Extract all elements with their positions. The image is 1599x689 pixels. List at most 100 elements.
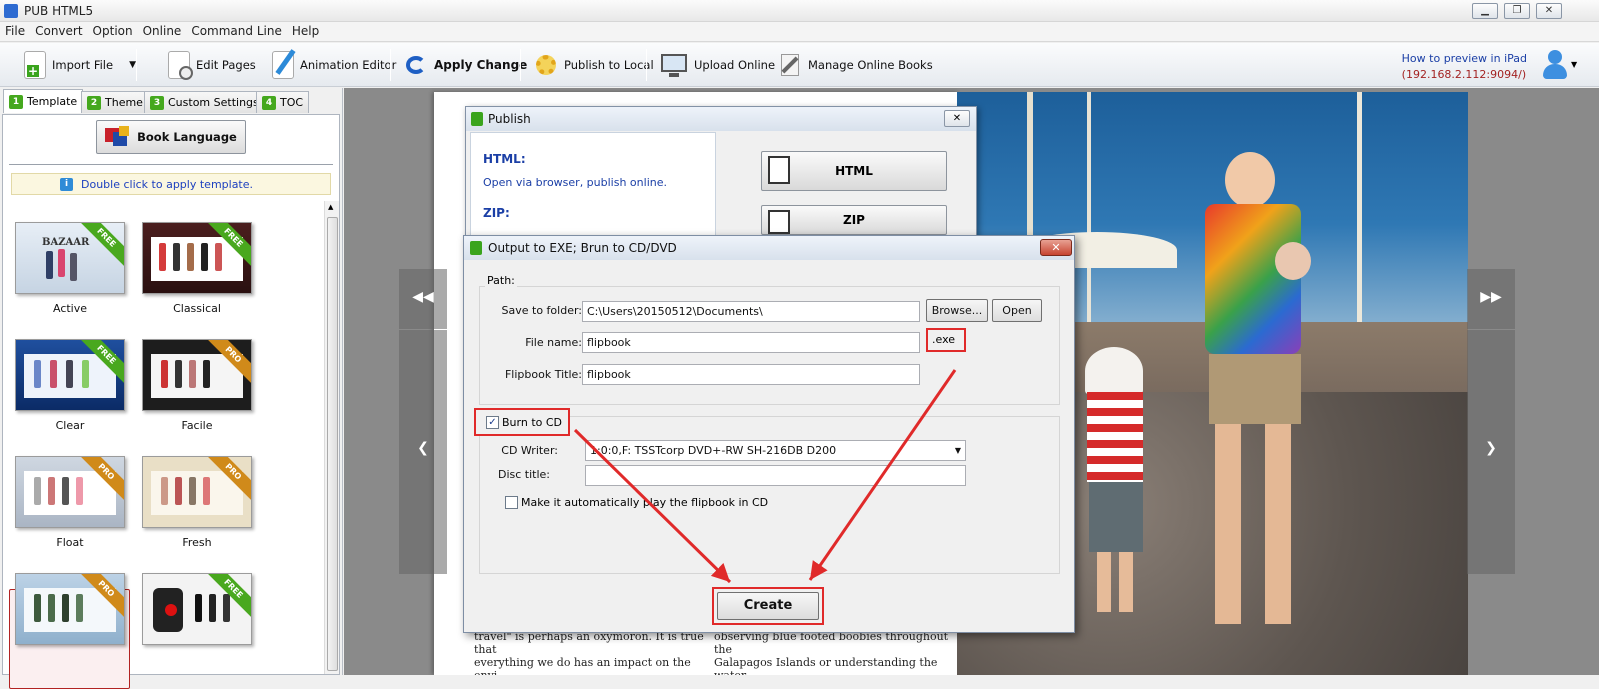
template-thumbnail: PRO	[15, 456, 125, 528]
template-selected[interactable]: PRO	[15, 573, 125, 645]
template-thumbnail: FREE	[15, 339, 125, 411]
edit-pages-button[interactable]: Edit Pages	[162, 47, 262, 83]
save-to-folder-input[interactable]	[582, 301, 920, 322]
auto-play-checkbox[interactable]	[505, 496, 518, 509]
flags-icon	[105, 126, 131, 148]
publish-title-bar: Publish ✕	[466, 107, 976, 131]
close-button[interactable]: ✕	[1536, 3, 1562, 19]
next-page-button[interactable]: ❯	[1467, 330, 1515, 574]
publish-close-button[interactable]: ✕	[944, 110, 970, 127]
open-button[interactable]: Open	[992, 299, 1042, 322]
exe-extension-highlight: .exe	[926, 328, 966, 352]
template-clear[interactable]: FREE Clear	[15, 339, 125, 432]
import-file-button[interactable]: + Import File ▼	[18, 47, 142, 83]
import-file-icon: +	[24, 51, 46, 79]
burn-to-cd-checkbox[interactable]: ✓	[486, 416, 499, 429]
publish-zip-button[interactable]: ZIP	[761, 205, 947, 235]
template-thumbnail: PRO	[15, 573, 125, 645]
scroll-up-icon[interactable]: ▲	[328, 203, 333, 211]
last-page-button[interactable]: ▶▶	[1467, 269, 1515, 329]
menu-convert[interactable]: Convert	[30, 22, 87, 40]
file-name-input[interactable]	[582, 332, 920, 353]
preview-ipad-link[interactable]: How to preview in iPad (192.168.2.112:90…	[1402, 51, 1527, 83]
publish-to-local-button[interactable]: Publish to Local	[528, 47, 660, 83]
last-page-icon: ▶▶	[1480, 289, 1502, 305]
animation-editor-button[interactable]: Animation Editor	[266, 47, 402, 83]
publish-info-panel: HTML: Open via browser, publish online. …	[470, 132, 716, 238]
tab-toc[interactable]: 4 TOC	[256, 91, 310, 113]
dialog-close-button[interactable]: ✕	[1040, 239, 1072, 256]
scrollbar-thumb[interactable]	[327, 217, 338, 671]
browse-button[interactable]: Browse...	[926, 299, 988, 322]
zip-file-icon	[768, 210, 790, 234]
restore-button[interactable]: ❐	[1504, 3, 1530, 19]
info-icon: i	[60, 177, 73, 191]
chevron-down-icon: ▼	[954, 446, 961, 455]
template-next[interactable]: FREE	[142, 573, 252, 645]
template-fresh[interactable]: PRO Fresh	[142, 456, 252, 549]
publish-window-icon	[471, 112, 483, 126]
book-text: observing blue footed boobies throughout…	[714, 630, 949, 675]
monitor-upload-icon	[660, 51, 688, 79]
manage-online-books-button[interactable]: Manage Online Books	[772, 47, 939, 83]
template-label: Facile	[181, 419, 213, 432]
template-label: Active	[52, 302, 88, 315]
create-button[interactable]: Create	[717, 592, 819, 620]
publish-html-button[interactable]: HTML	[761, 151, 947, 191]
app-icon	[4, 4, 18, 18]
exe-extension: .exe	[932, 333, 956, 346]
template-thumbnail: FREE	[142, 222, 252, 294]
divider	[9, 164, 333, 165]
toolbar-separator	[390, 49, 391, 81]
dropdown-arrow-icon: ▼	[1571, 60, 1578, 69]
previous-page-icon: ❮	[417, 440, 429, 456]
template-scrollbar[interactable]: ▲	[324, 201, 339, 674]
book-language-button[interactable]: Book Language	[96, 120, 246, 154]
template-float[interactable]: PRO Float	[15, 456, 125, 549]
flipbook-title-input[interactable]	[582, 364, 920, 385]
menu-help[interactable]: Help	[287, 22, 324, 40]
menu-file[interactable]: File	[0, 22, 30, 40]
template-tab-content: Book Language i Double click to apply te…	[2, 114, 340, 689]
tab-template[interactable]: 1 Template	[3, 89, 84, 113]
tab-custom-settings[interactable]: 3 Custom Settings	[144, 91, 265, 113]
template-active[interactable]: BAZAAR FREE Active	[15, 222, 125, 315]
template-classical[interactable]: FREE Classical	[142, 222, 252, 315]
dialog-icon	[470, 241, 482, 255]
menu-command-line[interactable]: Command Line	[186, 22, 287, 40]
disc-title-input[interactable]	[585, 465, 966, 486]
user-avatar-icon[interactable]: ▼	[1541, 49, 1577, 81]
auto-play-label: Make it automatically play the flipbook …	[521, 496, 769, 509]
path-group-label: Path:	[485, 274, 517, 287]
template-thumbnail: BAZAAR FREE	[15, 222, 125, 294]
template-label: Fresh	[182, 536, 212, 549]
first-page-icon: ◀◀	[412, 289, 434, 305]
template-thumbnail: FREE	[142, 573, 252, 645]
cd-writer-select[interactable]: 1:0:0,F: TSSTcorp DVD+-RW SH-216DB D200 …	[585, 440, 966, 461]
previous-page-button[interactable]: ❮	[399, 330, 447, 574]
first-page-button[interactable]: ◀◀	[399, 269, 447, 329]
burn-to-cd-highlight: ✓ Burn to CD	[474, 408, 570, 436]
upload-online-button[interactable]: Upload Online	[654, 47, 781, 83]
template-thumbnail: PRO	[142, 456, 252, 528]
apply-change-icon	[404, 51, 428, 79]
edit-pages-icon	[168, 51, 193, 80]
menu-online[interactable]: Online	[138, 22, 187, 40]
output-dialog-title-bar: Output to EXE; Brun to CD/DVD ✕	[464, 236, 1074, 260]
create-highlight: Create	[712, 587, 824, 625]
publish-window: Publish ✕ HTML: Open via browser, publis…	[465, 106, 977, 238]
toolbar: + Import File ▼ Edit Pages Animation Edi…	[0, 43, 1599, 87]
menu-bar: File Convert Option Online Command Line Help	[0, 22, 1599, 42]
dropdown-arrow-icon[interactable]: ▼	[129, 60, 136, 70]
gear-icon	[534, 51, 558, 79]
menu-option[interactable]: Option	[88, 22, 138, 40]
template-thumbnail: PRO	[142, 339, 252, 411]
apply-change-button[interactable]: Apply Change	[398, 47, 533, 83]
hint-bar: i Double click to apply template.	[11, 173, 331, 195]
template-facile[interactable]: PRO Facile	[142, 339, 252, 432]
tab-theme[interactable]: 2 Theme	[81, 91, 149, 113]
template-label: Classical	[173, 302, 221, 315]
title-bar: PUB HTML5 ▁ ❐ ✕	[0, 0, 1599, 22]
minimize-button[interactable]: ▁	[1472, 3, 1498, 19]
burn-to-cd-label: Burn to CD	[502, 416, 563, 429]
